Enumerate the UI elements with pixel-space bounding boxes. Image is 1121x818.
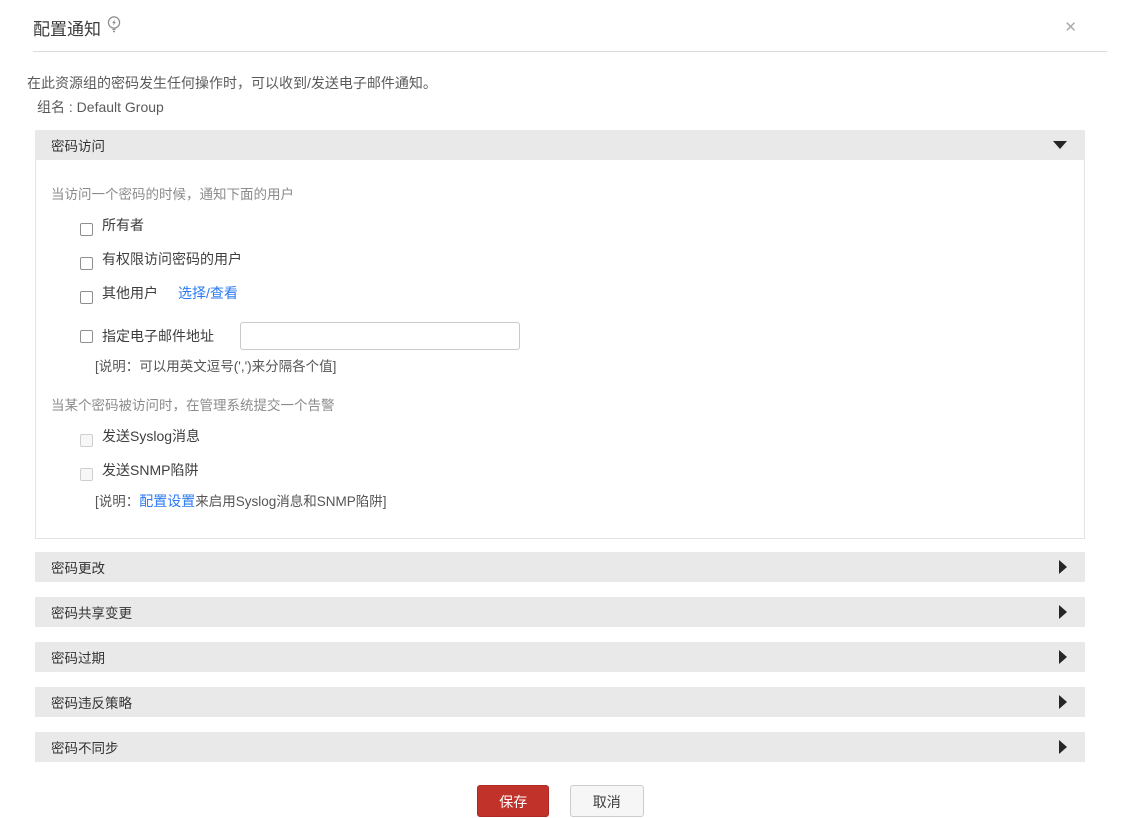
section-header-label: 密码违反策略 xyxy=(51,696,132,711)
email-address-input[interactable] xyxy=(240,322,520,350)
section-header-password-change[interactable]: 密码更改 xyxy=(35,552,1085,582)
config-note-prefix: [说明： xyxy=(95,494,140,509)
section-header-policy-violation[interactable]: 密码违反策略 xyxy=(35,687,1085,717)
chevron-right-icon xyxy=(1059,605,1067,619)
section-header-label: 密码共享变更 xyxy=(51,606,132,621)
dialog-footer: 保存 取消 xyxy=(0,785,1121,817)
section-header-label: 密码访问 xyxy=(51,139,105,154)
email-checkbox[interactable] xyxy=(80,329,93,343)
chevron-right-icon xyxy=(1059,650,1067,664)
chevron-right-icon xyxy=(1059,740,1067,754)
config-note-suffix: 来启用Syslog消息和SNMP陷阱] xyxy=(195,494,387,509)
other-users-label: 其他用户 xyxy=(102,285,158,301)
close-icon[interactable]: ✕ xyxy=(1064,20,1077,35)
configure-notifications-dialog: 配置通知 ✕ 在此资源组的密码发生任何操作时，可以收到/发送电子邮件通知。 组名… xyxy=(0,0,1121,818)
snmp-option-row: 发送SNMP陷阱 xyxy=(80,461,1064,481)
notification-accordion: 密码访问 当访问一个密码的时候，通知下面的用户 所有者 有权限访问密码的用户 其… xyxy=(35,130,1085,762)
email-option-label: 指定电子邮件地址 xyxy=(102,328,214,344)
snmp-label: 发送SNMP陷阱 xyxy=(102,462,199,478)
permitted-users-checkbox[interactable] xyxy=(80,257,93,270)
save-button[interactable]: 保存 xyxy=(477,785,550,817)
syslog-label: 发送Syslog消息 xyxy=(102,428,201,444)
section-header-label: 密码不同步 xyxy=(51,741,119,756)
owner-checkbox[interactable] xyxy=(80,223,93,236)
alert-lead: 当某个密码被访问时，在管理系统提交一个告警 xyxy=(51,398,335,413)
section-header-password-out-of-sync[interactable]: 密码不同步 xyxy=(35,732,1085,762)
dialog-description: 在此资源组的密码发生任何操作时，可以收到/发送电子邮件通知。 xyxy=(27,75,437,91)
owner-option-row: 所有者 xyxy=(80,216,1064,236)
chevron-right-icon xyxy=(1059,560,1067,574)
syslog-option-row: 发送Syslog消息 xyxy=(80,427,1064,447)
syslog-checkbox xyxy=(80,434,93,447)
header-divider xyxy=(33,51,1107,52)
section-header-label: 密码过期 xyxy=(51,651,105,666)
other-users-checkbox[interactable] xyxy=(80,291,93,304)
password-access-panel: 当访问一个密码的时候，通知下面的用户 所有者 有权限访问密码的用户 其他用户 选… xyxy=(35,160,1085,539)
cancel-button[interactable]: 取消 xyxy=(569,785,644,817)
other-users-option-row: 其他用户 选择/查看 xyxy=(80,284,1064,304)
chevron-down-icon xyxy=(1053,141,1067,149)
section-header-password-expiry[interactable]: 密码过期 xyxy=(35,642,1085,672)
select-view-link[interactable]: 选择/查看 xyxy=(178,284,238,302)
config-note: [说明：配置设置来启用Syslog消息和SNMP陷阱] xyxy=(95,492,1064,510)
hint-bulb-icon[interactable] xyxy=(107,16,121,38)
chevron-right-icon xyxy=(1059,695,1067,709)
permitted-users-option-row: 有权限访问密码的用户 xyxy=(80,250,1064,270)
dialog-header: 配置通知 ✕ xyxy=(0,0,1121,42)
snmp-checkbox xyxy=(80,468,93,481)
email-option-row: 指定电子邮件地址 xyxy=(80,322,1064,350)
section-header-label: 密码更改 xyxy=(51,561,105,576)
page-title: 配置通知 xyxy=(33,20,101,39)
email-note: [说明：可以用英文逗号(',')来分隔各个值] xyxy=(95,359,337,374)
notify-users-lead: 当访问一个密码的时候，通知下面的用户 xyxy=(51,187,294,202)
group-name: 组名 : Default Group xyxy=(37,99,164,115)
permitted-users-label: 有权限访问密码的用户 xyxy=(102,251,242,267)
section-header-password-access[interactable]: 密码访问 xyxy=(35,130,1085,160)
owner-label: 所有者 xyxy=(102,217,144,233)
configure-settings-link[interactable]: 配置设置 xyxy=(139,493,195,509)
section-header-password-share-change[interactable]: 密码共享变更 xyxy=(35,597,1085,627)
